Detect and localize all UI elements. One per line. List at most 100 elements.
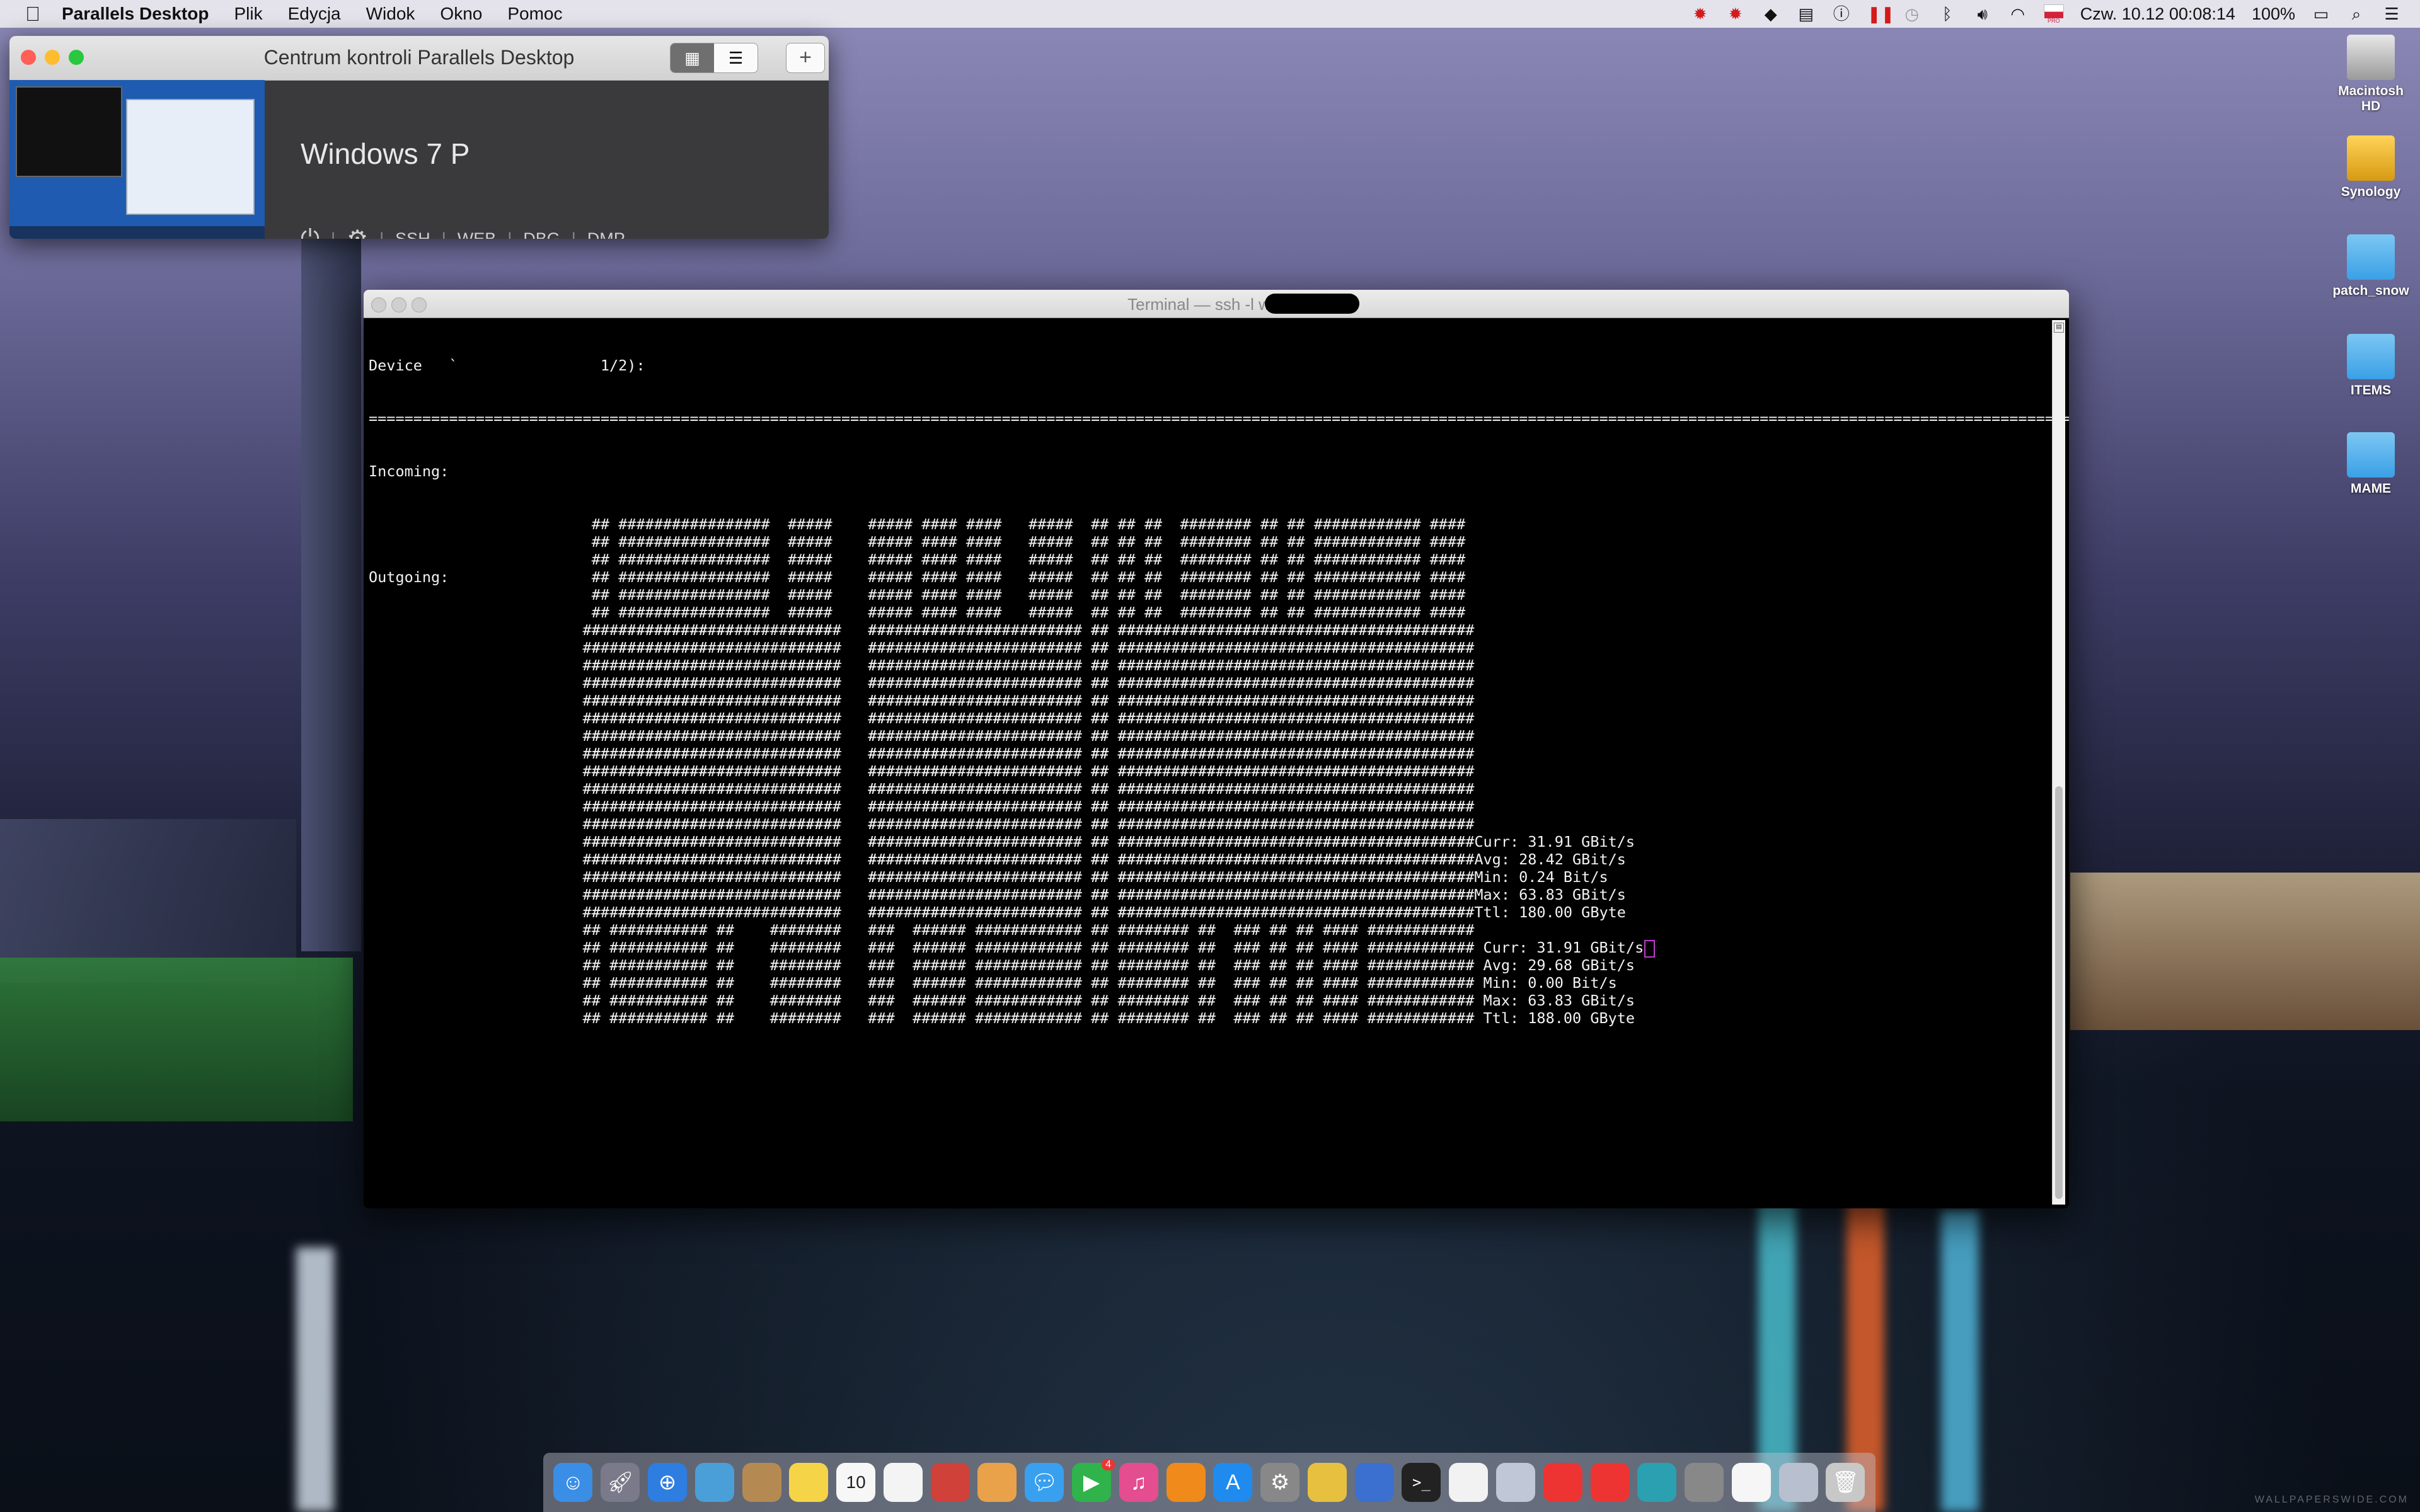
menu-plik[interactable]: Plik bbox=[234, 4, 262, 24]
outgoing-stat: Min: 0.00 Bit/s bbox=[1483, 974, 1617, 992]
web-button[interactable]: WEB bbox=[458, 229, 497, 239]
outgoing-stat: Max: 63.83 GBit/s bbox=[1483, 992, 1635, 1009]
preview-icon[interactable] bbox=[694, 1463, 734, 1502]
outgoing-graph-row: ## ########### ## ######## ### ###### ##… bbox=[369, 780, 1475, 798]
calendar-icon[interactable]: 10 bbox=[836, 1463, 876, 1502]
gear-red-icon-2[interactable]: ✹ bbox=[1726, 4, 1745, 23]
menu-okno[interactable]: Okno bbox=[440, 4, 482, 24]
incoming-stat: Max: 63.83 GBit/s bbox=[1474, 886, 1626, 903]
time-machine-icon[interactable]: ◷ bbox=[1903, 4, 1922, 23]
incoming-label: Incoming: bbox=[369, 462, 449, 480]
volume-icon[interactable]: 🔊︎ bbox=[1973, 4, 1992, 23]
terminal-icon[interactable]: >_ bbox=[1402, 1463, 1441, 1502]
scrollbar-knob[interactable] bbox=[2055, 786, 2063, 1199]
wallpaper-reflection bbox=[296, 1247, 334, 1512]
parallels-pause-icon[interactable]: ❚❚ bbox=[1867, 4, 1895, 23]
window-titlebar[interactable]: Centrum kontroli Parallels Desktop ▦ ☰ + bbox=[9, 36, 829, 81]
separator: | bbox=[441, 229, 446, 239]
battery-icon[interactable]: ▭ bbox=[2312, 4, 2331, 23]
terminal-cursor bbox=[1644, 939, 1656, 958]
menu-app-name[interactable]: Parallels Desktop bbox=[62, 4, 209, 24]
photos-icon[interactable] bbox=[977, 1463, 1017, 1502]
terminal-window: Terminal — ssh -l wojtek Device ` 1/2): … bbox=[364, 290, 2069, 1208]
battery-percent[interactable]: 100% bbox=[2252, 4, 2295, 24]
app-1-icon[interactable] bbox=[1543, 1463, 1582, 1502]
trash-icon[interactable]: 🗑︎ bbox=[1826, 1463, 1865, 1502]
printer-icon[interactable]: ▤ bbox=[1797, 4, 1816, 23]
safari-icon[interactable]: ⊕ bbox=[647, 1463, 687, 1502]
outgoing-graph-row: ## ########### ## ######## ### ###### ##… bbox=[369, 939, 2058, 958]
menu-widok[interactable]: Widok bbox=[366, 4, 415, 24]
vlc-icon[interactable] bbox=[1449, 1463, 1489, 1502]
parallels-icon[interactable] bbox=[1307, 1463, 1347, 1502]
outgoing-graph-row: ## ########### ## ######## ### ###### ##… bbox=[369, 1009, 1635, 1027]
desktop-icon-synology[interactable]: Synology bbox=[2330, 135, 2412, 200]
outgoing-graph: ## ########### ## ######## ### ###### ##… bbox=[369, 621, 2058, 1027]
facetime-icon[interactable]: ▶ 4 bbox=[1071, 1459, 1115, 1502]
bluetooth-icon[interactable]: ᛒ bbox=[1938, 4, 1957, 23]
desktop-icon-mame[interactable]: MAME bbox=[2330, 432, 2412, 496]
photo-booth-icon[interactable] bbox=[930, 1463, 970, 1502]
outgoing-graph-row: ## ########### ## ######## ### ###### ##… bbox=[369, 674, 1475, 692]
notes-icon[interactable] bbox=[789, 1463, 829, 1502]
terminal-output[interactable]: Device ` 1/2): =========================… bbox=[369, 321, 2069, 1203]
incoming-stat: Avg: 28.42 GBit/s bbox=[1474, 850, 1626, 868]
wallpaper-building bbox=[2070, 873, 2420, 1030]
outgoing-graph-row: ## ########### ## ######## ### ###### ##… bbox=[369, 992, 1635, 1009]
separator: | bbox=[331, 229, 336, 239]
vm-thumbnail[interactable] bbox=[9, 80, 265, 239]
desktop-icon-label: ITEMS bbox=[2350, 383, 2392, 398]
gear-icon[interactable]: ⚙ bbox=[347, 225, 368, 239]
onepassword-icon[interactable]: ⓘ bbox=[1832, 4, 1851, 23]
desktop-icon-label: patch_snow bbox=[2332, 284, 2409, 298]
reminders-icon[interactable] bbox=[883, 1463, 923, 1502]
launchpad-icon[interactable]: 🚀︎ bbox=[601, 1463, 640, 1502]
app-store-icon[interactable]: A bbox=[1213, 1463, 1253, 1502]
calendar-day: 10 bbox=[846, 1472, 866, 1492]
desktop-icon-patch-snow[interactable]: patch_snow bbox=[2330, 234, 2412, 299]
windows-vm-icon[interactable] bbox=[1354, 1463, 1394, 1502]
textedit-icon[interactable] bbox=[1731, 1463, 1771, 1502]
itunes-icon[interactable]: ♫ bbox=[1119, 1463, 1158, 1502]
menu-pomoc[interactable]: Pomoc bbox=[507, 4, 562, 24]
view-mode-toggle: ▦ ☰ bbox=[670, 43, 758, 73]
messages-icon[interactable]: 💬︎ bbox=[1025, 1463, 1064, 1502]
outgoing-graph-row: ## ########### ## ######## ### ###### ##… bbox=[369, 692, 1475, 709]
terminal-scrollbar[interactable]: ▤ bbox=[2052, 320, 2065, 1205]
image-capture-icon[interactable] bbox=[1496, 1463, 1536, 1502]
apple-menu-icon[interactable]:  bbox=[25, 3, 40, 26]
power-icon[interactable]: ⏻ bbox=[301, 226, 320, 239]
gear-red-icon[interactable]: ✹ bbox=[1691, 4, 1710, 23]
notification-badge: 4 bbox=[1102, 1459, 1115, 1470]
wifi-icon[interactable]: ◠ bbox=[2008, 4, 2027, 23]
notification-center-icon[interactable]: ☰ bbox=[2382, 4, 2401, 23]
wallpaper-park bbox=[0, 958, 353, 1121]
vm-name[interactable]: Windows 7 P bbox=[301, 137, 470, 171]
app-2-icon[interactable] bbox=[1590, 1463, 1630, 1502]
list-view-icon[interactable]: ☰ bbox=[714, 43, 758, 72]
downloads-icon[interactable] bbox=[1778, 1463, 1818, 1502]
dbg-button[interactable]: DBG bbox=[523, 229, 560, 239]
input-flag-icon[interactable]: PRO bbox=[2043, 4, 2064, 24]
menu-edycja[interactable]: Edycja bbox=[288, 4, 341, 24]
incoming-stat: Ttl: 180.00 GByte bbox=[1474, 903, 1626, 921]
add-vm-button[interactable]: + bbox=[786, 43, 825, 73]
ibooks-icon[interactable] bbox=[1166, 1463, 1206, 1502]
terminal-titlebar[interactable]: Terminal — ssh -l wojtek bbox=[364, 290, 2069, 318]
finder-icon[interactable]: ☺ bbox=[553, 1463, 593, 1502]
incoming-stat: Curr: 31.91 GBit/s bbox=[1474, 833, 1635, 850]
scroll-marker-icon[interactable]: ▤ bbox=[2054, 323, 2064, 333]
spotlight-search-icon[interactable]: ⌕ bbox=[2347, 4, 2366, 23]
desktop-icon-macintosh-hd[interactable]: Macintosh HD bbox=[2330, 35, 2412, 114]
ssh-button[interactable]: SSH bbox=[395, 229, 430, 239]
outgoing-graph-row: ## ########### ## ######## ### ###### ##… bbox=[369, 656, 1475, 674]
thumbnail-view-icon[interactable]: ▦ bbox=[671, 43, 714, 72]
clock[interactable]: Czw. 10.12 00:08:14 bbox=[2080, 4, 2235, 24]
system-preferences-icon[interactable]: ⚙ bbox=[1260, 1463, 1300, 1502]
desktop-icon-items[interactable]: ITEMS bbox=[2330, 334, 2412, 398]
dropbox-icon[interactable]: ◆ bbox=[1761, 4, 1780, 23]
app-4-icon[interactable] bbox=[1685, 1463, 1724, 1502]
contacts-icon[interactable] bbox=[742, 1463, 781, 1502]
app-3-icon[interactable] bbox=[1637, 1463, 1677, 1502]
dmp-button[interactable]: DMP bbox=[587, 229, 625, 239]
